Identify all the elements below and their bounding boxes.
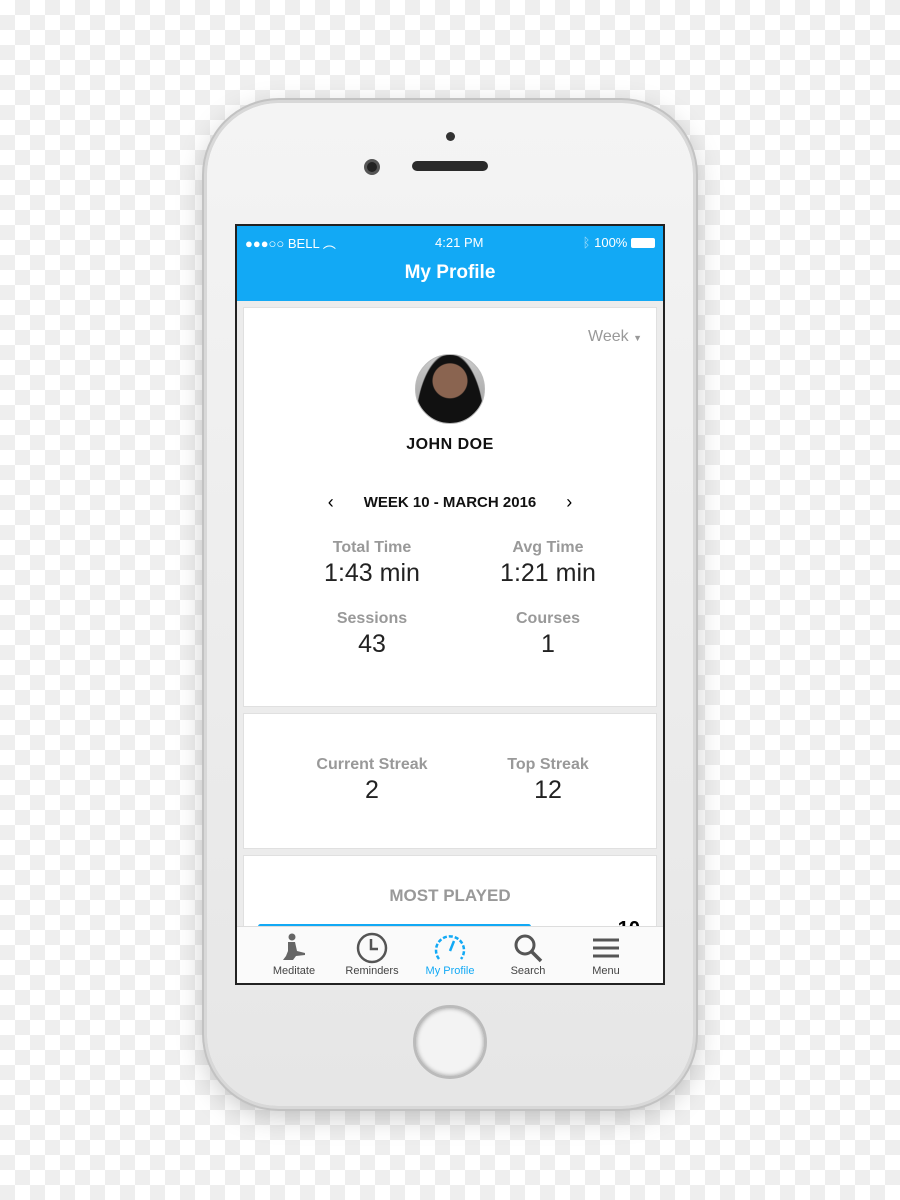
stat-courses: Courses 1 [515, 610, 581, 658]
streak-card: Current Streak 2 Top Streak 12 [243, 713, 657, 849]
bluetooth-icon: ᛒ [582, 234, 591, 250]
battery-icon [630, 238, 655, 249]
week-label: WEEK 10 - MARCH 2016 [363, 494, 537, 511]
most-played-title: MOST PLAYED [389, 886, 511, 905]
carrier: ●●●○○ BELL ︵ [245, 235, 336, 251]
wifi-icon: ︵ [322, 235, 336, 251]
camera [364, 159, 380, 175]
stat-sessions: Sessions 43 [336, 610, 408, 658]
tab-menu[interactable]: Menu [571, 927, 641, 983]
profile-card: Week ▼ JOHN DOE ‹ WEEK 10 - MARCH 2016 ›… [243, 307, 657, 707]
meditate-icon [283, 933, 305, 960]
caret-down-icon: ▼ [633, 333, 642, 343]
page-title: My Profile [404, 262, 496, 283]
tab-reminders[interactable]: Reminders [337, 927, 407, 983]
home-button[interactable] [413, 1005, 487, 1079]
avatar[interactable] [415, 354, 485, 424]
tab-bar: Meditate Reminders My Profile Search Men… [237, 926, 663, 983]
stat-total-time: Total Time 1:43 min [324, 539, 420, 587]
prev-week-button[interactable]: ‹ [328, 492, 334, 513]
battery: ᛒ 100% [583, 235, 655, 250]
gauge-icon [434, 935, 466, 960]
next-week-button[interactable]: › [566, 492, 572, 513]
period-dropdown[interactable]: Week ▼ [588, 328, 642, 346]
top-bar: ●●●○○ BELL ︵ 4:21 PM ᛒ 100% My Profile [237, 226, 663, 301]
user-name: JOHN DOE [406, 436, 494, 453]
tab-meditate[interactable]: Meditate [259, 927, 329, 983]
speaker [412, 161, 488, 171]
search-icon [514, 934, 543, 963]
tab-my-profile[interactable]: My Profile [415, 927, 485, 983]
menu-icon [593, 938, 619, 958]
clock: 4:21 PM [435, 234, 484, 250]
clock-icon [356, 932, 388, 964]
stat-avg-time: Avg Time 1:21 min [500, 539, 596, 587]
current-streak: Current Streak 2 [316, 756, 428, 804]
phone-frame: ●●●○○ BELL ︵ 4:21 PM ᛒ 100% My Profile W… [207, 103, 693, 1106]
screen: ●●●○○ BELL ︵ 4:21 PM ᛒ 100% My Profile W… [235, 224, 665, 985]
sensor [446, 132, 455, 141]
status-bar: ●●●○○ BELL ︵ 4:21 PM ᛒ 100% [237, 226, 663, 258]
tab-search[interactable]: Search [493, 927, 563, 983]
top-streak: Top Streak 12 [507, 756, 589, 804]
